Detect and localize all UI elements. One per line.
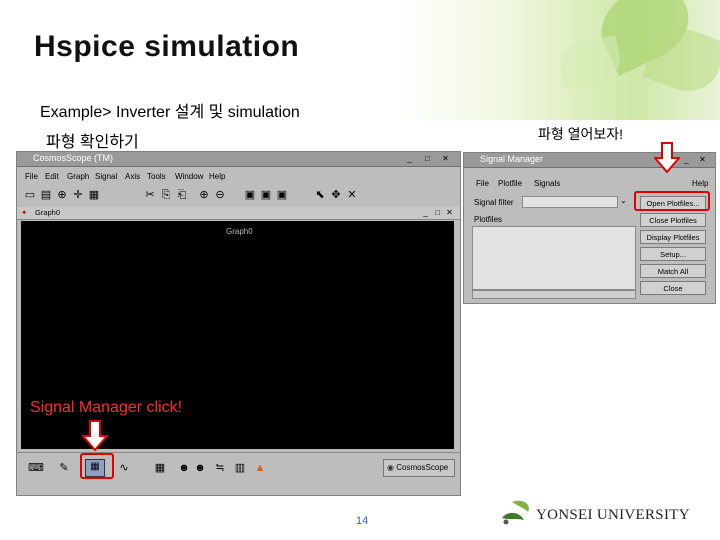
menu-file[interactable]: File	[25, 172, 38, 181]
brand-text: CosmosScope	[396, 463, 449, 472]
plotfiles-label: Plotfiles	[474, 215, 503, 224]
menu-help[interactable]: Help	[209, 172, 225, 181]
cosmos-toolbar: ▭ ▤ ⊕ ✛ ▦ ✂ ⎘ ⎗ ⊕ ⊖ ▣ ▣ ▣ ⬉ ✥ ✕	[17, 185, 460, 207]
face-icon[interactable]: ☻	[193, 461, 207, 475]
graph-maximize-button[interactable]: □	[433, 208, 442, 217]
menu-help[interactable]: Help	[692, 179, 708, 188]
signal-filter-label: Signal filter	[474, 198, 514, 207]
waveform-icon[interactable]: ∿	[117, 461, 131, 475]
face-icon[interactable]: ☻	[177, 461, 191, 475]
signal-manager-window: Signal Manager _ ✕ File Plotfile Signals…	[463, 152, 716, 304]
chevron-down-icon[interactable]: ⌄	[620, 196, 627, 205]
window-icon[interactable]: ▣	[259, 188, 273, 202]
close-plotfiles-button[interactable]: Close Plotfiles	[640, 213, 706, 227]
cosmos-menubar: File Edit Graph Signal Axis Tools Window…	[17, 170, 460, 184]
close-button[interactable]: Close	[640, 281, 706, 295]
menu-edit[interactable]: Edit	[45, 172, 59, 181]
marker-icon[interactable]: ✕	[345, 188, 359, 202]
new-icon[interactable]: ▭	[23, 188, 37, 202]
graph-minimize-button[interactable]: _	[421, 208, 430, 217]
slide-subtitle: Example> Inverter 설계 및 simulation	[40, 104, 300, 121]
move-icon[interactable]: ✥	[329, 188, 343, 202]
display-plotfiles-button[interactable]: Display Plotfiles	[640, 230, 706, 244]
probe-icon[interactable]: ✎	[57, 461, 71, 475]
menu-file[interactable]: File	[476, 179, 489, 188]
zoom-icon[interactable]: ⊕	[55, 188, 69, 202]
close-button[interactable]: ✕	[698, 155, 707, 164]
match-all-button[interactable]: Match All	[640, 264, 706, 278]
setup-button[interactable]: Setup...	[640, 247, 706, 261]
brand-logo-icon: ◉	[387, 463, 394, 472]
graph-window-title: Graph0	[35, 208, 61, 217]
matlab-icon[interactable]: ▲	[253, 461, 267, 475]
paste-icon[interactable]: ⎗	[175, 188, 189, 202]
cosmos-titlebar: CosmosScope (TM) _ □ ✕	[17, 152, 460, 167]
university-logo-text: YONSEI UNIVERSITY	[536, 507, 690, 523]
down-arrow-icon	[82, 420, 108, 452]
graph-label: Graph0	[226, 227, 253, 236]
cosmos-window-title: CosmosScope (TM)	[33, 153, 114, 163]
calculator-icon[interactable]: ▦	[153, 461, 167, 475]
caption-left: 파형 확인하기	[46, 134, 139, 151]
minimize-button[interactable]: _	[682, 155, 691, 164]
open-plotfiles-highlight	[634, 191, 710, 211]
signal-filter-input[interactable]	[522, 196, 618, 208]
crosshair-icon[interactable]: ✛	[71, 188, 85, 202]
window-icon[interactable]: ▣	[275, 188, 289, 202]
plotfiles-list[interactable]	[472, 226, 636, 290]
window-icon[interactable]: ▣	[243, 188, 257, 202]
slide-title: Hspice simulation	[34, 30, 300, 63]
graph-window-titlebar: ✦ Graph0 _ □ ✕	[17, 207, 460, 220]
menu-graph[interactable]: Graph	[67, 172, 89, 181]
signal-manager-highlight	[80, 453, 114, 479]
brand-badge: ◉ CosmosScope	[383, 459, 455, 477]
minimize-button[interactable]: _	[405, 154, 414, 163]
copy-icon[interactable]: ⎘	[159, 188, 173, 202]
page-number: 14	[356, 515, 369, 527]
down-arrow-icon	[654, 142, 680, 174]
signal-manager-title: Signal Manager	[480, 154, 544, 164]
zoom-out-icon[interactable]: ⊖	[213, 188, 227, 202]
maximize-button[interactable]: □	[423, 154, 432, 163]
measure-icon[interactable]: ≒	[213, 461, 227, 475]
graph-window-icon: ✦	[21, 208, 28, 217]
menu-window[interactable]: Window	[175, 172, 203, 181]
keyboard-icon[interactable]: ⌨	[25, 461, 47, 475]
chart-icon[interactable]: ▥	[233, 461, 247, 475]
menu-signals[interactable]: Signals	[534, 179, 560, 188]
pointer-icon[interactable]: ⬉	[313, 188, 327, 202]
menu-signal[interactable]: Signal	[95, 172, 117, 181]
open-icon[interactable]: ▤	[39, 188, 53, 202]
signal-manager-menubar: File Plotfile Signals Help	[464, 177, 715, 191]
menu-axis[interactable]: Axis	[125, 172, 140, 181]
yonsei-logo-icon	[502, 500, 529, 525]
menu-tools[interactable]: Tools	[147, 172, 166, 181]
close-button[interactable]: ✕	[441, 154, 450, 163]
signal-manager-annotation: Signal Manager click!	[30, 399, 183, 416]
list-icon[interactable]: ▦	[87, 188, 101, 202]
graph-close-button[interactable]: ✕	[445, 208, 454, 217]
horizontal-scrollbar[interactable]	[472, 290, 636, 299]
caption-right: 파형 열어보자!	[538, 126, 624, 142]
cut-icon[interactable]: ✂	[143, 188, 157, 202]
zoom-in-icon[interactable]: ⊕	[197, 188, 211, 202]
menu-plotfile[interactable]: Plotfile	[498, 179, 522, 188]
